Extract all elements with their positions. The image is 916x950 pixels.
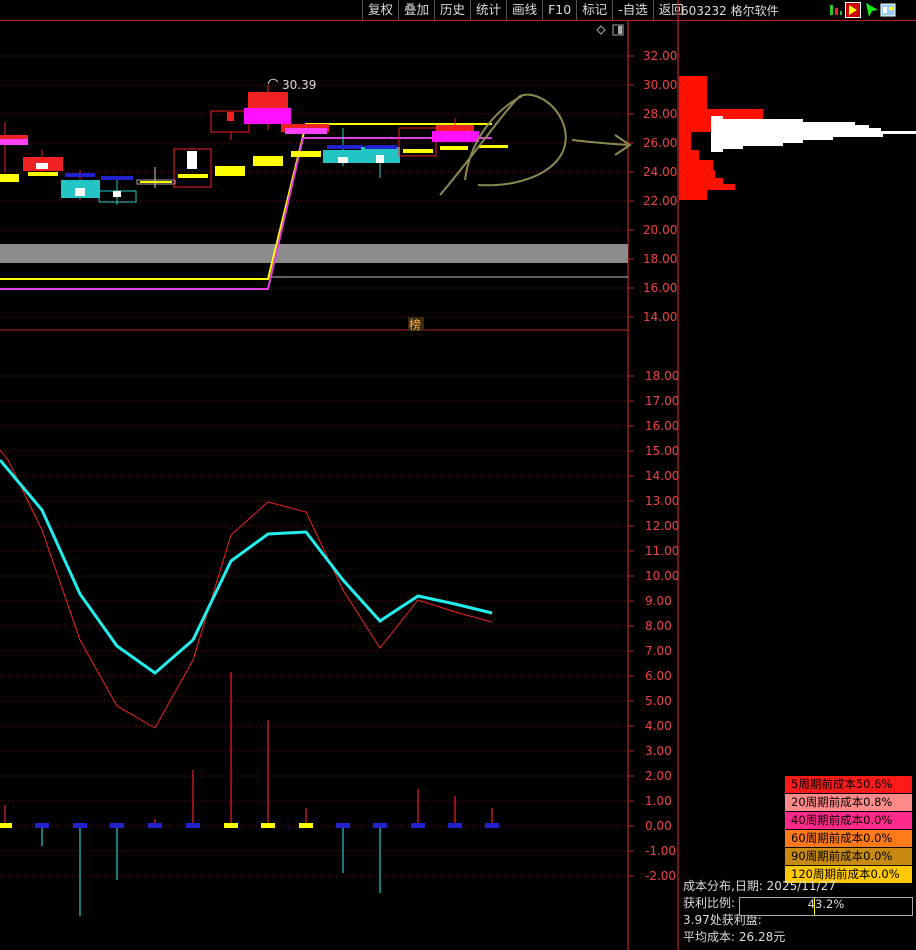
hand-drawing [439,93,632,196]
indicator-axis-label: 10.00 [645,569,679,583]
chip-row: 40周期前成本0.0% [785,812,912,829]
indicator-axis-label: 2.00 [645,769,672,783]
panel-toggle-icon[interactable] [612,24,624,36]
price-axis-label: 28.00 [643,107,677,121]
price-axis-label: 30.00 [643,78,677,92]
indicator-histogram [0,672,499,916]
indicator-axis-label: 4.00 [645,719,672,733]
avg-cost: 平均成本: 26.28元 [683,930,786,944]
profit-bar: 43.2% [739,897,913,916]
indicator-axis-label: 1.00 [645,794,672,808]
magenta-line [0,137,492,290]
indicator-axis-label: 18.00 [645,369,679,383]
indicator-axis-label: 11.00 [645,544,679,558]
price-axis-label: 22.00 [643,194,677,208]
indicator-axis-label: 13.00 [645,494,679,508]
profit-label: 获利比例: [683,896,736,910]
chip-row: 20周期前成本0.8% [785,794,912,811]
indicator-axis-label: 5.00 [645,694,672,708]
chip-row: 90周期前成本0.0% [785,848,912,865]
diamond-icon[interactable] [596,25,606,35]
high-marker: 30.39 [267,78,316,92]
indicator-axis-label: 6.00 [645,669,672,683]
chip-legend: 5周期前成本50.6% 20周期前成本0.8% 40周期前成本0.0% 60周期前成本… [785,776,912,884]
indicator-axis-label: 15.00 [645,444,679,458]
indicator-axis-label: 0.00 [645,819,672,833]
indicator-axis-label: 3.00 [645,744,672,758]
red-indicator-line [0,449,493,729]
chart-canvas: 30.39 榜 32.00 30.00 28.00 26.00 24.00 22.00 20… [0,0,916,950]
svg-text:榜: 榜 [409,317,421,332]
price-axis-label: 26.00 [643,136,677,150]
indicator-axis-label: 14.00 [645,469,679,483]
indicator-axis-label: 17.00 [645,394,679,408]
price-axis-label: 18.00 [643,252,677,266]
cyan-indicator-line [0,459,493,675]
price-axis-label: 16.00 [643,281,677,295]
price-axis-label: 32.00 [643,49,677,63]
indicator-axis-label: -1.00 [645,844,676,858]
profit-value: 43.2% [807,897,845,911]
indicator-axis-label: 8.00 [645,619,672,633]
chip-histogram [679,76,916,200]
cost-info: 成本分布,日期: 2025/11/27 获利比例: 43.2% 3.97处获利盘… [683,878,916,946]
chip-row: 5周期前成本50.6% [785,776,912,793]
gap-band [0,244,628,263]
price-axis-label: 14.00 [643,310,677,324]
indicator-axis-label: 12.00 [645,519,679,533]
price-axis-label: 20.00 [643,223,677,237]
candlesticks [0,85,508,205]
indicator-axis-label: 9.00 [645,594,672,608]
chip-row: 60周期前成本0.0% [785,830,912,847]
cost-date: 成本分布,日期: 2025/11/27 [683,879,836,893]
indicator-axis-label: 16.00 [645,419,679,433]
price-axis-label: 24.00 [643,165,677,179]
indicator-axis-label: -2.00 [645,869,676,883]
high-label: 30.39 [282,78,316,92]
indicator-axis-label: 7.00 [645,644,672,658]
rank-badge[interactable]: 榜 [408,317,424,332]
